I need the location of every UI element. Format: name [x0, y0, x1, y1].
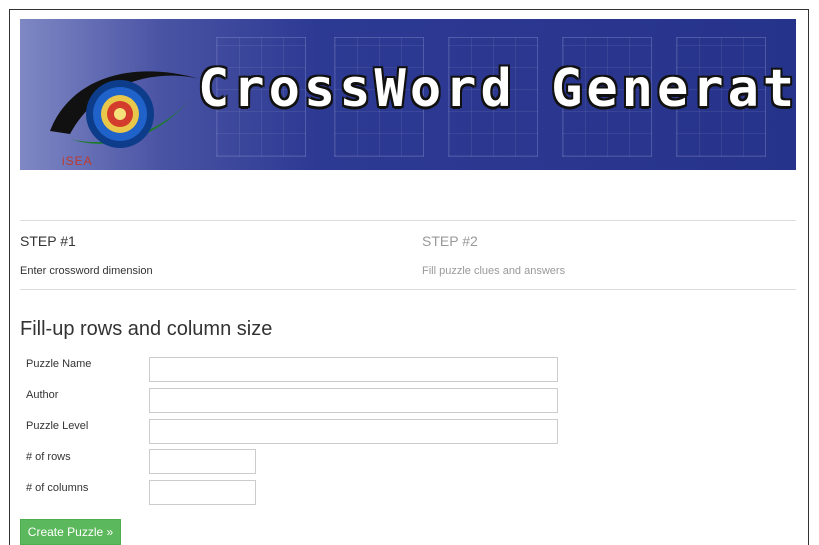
step-title: STEP #2: [422, 233, 478, 249]
puzzle-name-input[interactable]: [149, 357, 558, 382]
rows-input[interactable]: [149, 449, 256, 474]
columns-label: # of columns: [26, 482, 89, 494]
logo-text: iSEA: [62, 154, 93, 168]
puzzle-level-input[interactable]: [149, 419, 558, 444]
header-banner: iSEA CrossWord Generator: [20, 19, 796, 170]
app-title: CrossWord Generator: [198, 59, 796, 119]
author-input[interactable]: [149, 388, 558, 413]
puzzle-level-label: Puzzle Level: [26, 420, 89, 432]
columns-input[interactable]: [149, 480, 256, 505]
step-title: STEP #1: [20, 233, 76, 249]
step-description: Fill puzzle clues and answers: [422, 265, 566, 277]
form-heading: Fill-up rows and column size: [20, 318, 273, 340]
step-description: Enter crossword dimension: [20, 265, 153, 277]
author-label: Author: [26, 389, 59, 401]
rows-label: # of rows: [26, 451, 71, 463]
steps-bar: STEP #1 Enter crossword dimension STEP #…: [20, 220, 796, 290]
create-puzzle-button[interactable]: Create Puzzle »: [20, 519, 121, 545]
isea-eye-logo: iSEA: [40, 39, 220, 169]
puzzle-name-label: Puzzle Name: [26, 358, 92, 370]
page-frame: iSEA CrossWord Generator STEP #1 Enter c…: [9, 9, 809, 545]
